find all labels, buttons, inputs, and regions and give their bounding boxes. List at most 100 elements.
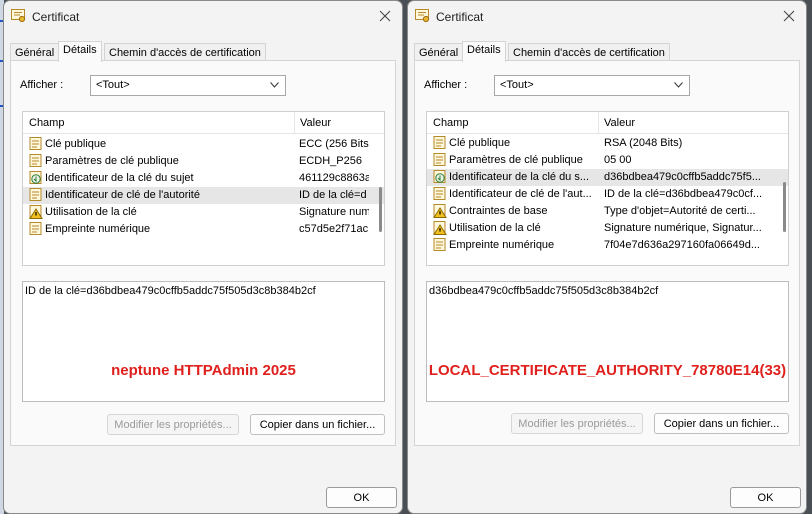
list-item[interactable]: Utilisation de la clé Signature numérique… xyxy=(427,220,788,237)
tab-strip: Général Détails Chemin d'accès de certif… xyxy=(10,41,396,62)
show-dropdown-value: <Tout> xyxy=(96,79,130,91)
list-item[interactable]: Clé publique ECC (256 Bits) xyxy=(23,136,384,153)
field-value: 05 00 xyxy=(604,154,632,166)
cert-warning-icon xyxy=(433,204,447,218)
column-header-field[interactable]: Champ xyxy=(29,117,64,129)
tab-details[interactable]: Détails xyxy=(58,41,102,62)
tab-general[interactable]: Général xyxy=(414,43,464,61)
list-item[interactable]: Paramètres de clé publique 05 00 xyxy=(427,152,788,169)
field-value: d36bdbea479c0cffb5addc75f5... xyxy=(604,171,761,183)
list-item[interactable]: Contraintes de base Type d'objet=Autorité… xyxy=(427,203,788,220)
fields-list[interactable]: Champ Valeur Clé publique RSA (2048 Bits)… xyxy=(426,111,789,266)
field-name: Clé publique xyxy=(449,137,511,149)
list-item[interactable]: Paramètres de clé publique ECDH_P256 xyxy=(23,153,384,170)
field-value: ECDH_P256 xyxy=(299,155,362,167)
field-name: Identificateur de la clé du s... xyxy=(449,171,590,183)
show-dropdown[interactable]: <Tout> xyxy=(494,75,690,96)
field-name: Utilisation de la clé xyxy=(449,222,541,234)
certificate-icon xyxy=(415,9,430,23)
field-name: Paramètres de clé publique xyxy=(45,155,179,167)
cert-doc-icon xyxy=(29,188,42,201)
chevron-down-icon xyxy=(674,82,683,88)
field-name: Utilisation de la clé xyxy=(45,206,137,218)
field-value: Signature num xyxy=(299,206,369,218)
tab-strip: Général Détails Chemin d'accès de certif… xyxy=(414,41,800,62)
field-name: Contraintes de base xyxy=(449,205,548,217)
window-title: Certificat xyxy=(436,10,484,24)
copy-to-file-button[interactable]: Copier dans un fichier... xyxy=(250,414,385,435)
show-dropdown[interactable]: <Tout> xyxy=(90,75,286,96)
show-label: Afficher : xyxy=(20,79,64,91)
cert-doc-icon xyxy=(29,222,42,235)
tab-certification-path[interactable]: Chemin d'accès de certification xyxy=(508,43,670,61)
field-detail-box[interactable]: ID de la clé=d36bdbea479c0cffb5addc75f50… xyxy=(22,281,385,402)
field-value: Signature numérique, Signatur... xyxy=(604,222,762,234)
certificate-dialog-left: Certificat Général Détails Chemin d'accè… xyxy=(3,0,403,514)
cert-doc-icon xyxy=(433,238,446,251)
close-icon[interactable] xyxy=(782,9,796,23)
tab-general[interactable]: Général xyxy=(10,43,60,61)
column-header-value[interactable]: Valeur xyxy=(300,117,331,129)
field-value: Type d'objet=Autorité de certi... xyxy=(604,205,756,217)
certificate-dialog-right: Certificat Général Détails Chemin d'accè… xyxy=(407,0,807,514)
field-name: Identificateur de clé de l'autorité xyxy=(45,189,200,201)
field-name: Empreinte numérique xyxy=(449,239,555,251)
annotation-label: LOCAL_CERTIFICATE_AUTHORITY_78780E14(33) xyxy=(428,362,787,379)
title-bar: Certificat xyxy=(4,1,402,33)
annotation-label: neptune HTTPAdmin 2025 xyxy=(111,362,296,379)
list-item[interactable]: Identificateur de la clé du s... d36bdbea… xyxy=(427,169,788,186)
tab-certification-path[interactable]: Chemin d'accès de certification xyxy=(104,43,266,61)
list-item[interactable]: Identificateur de clé de l'autorité ID de… xyxy=(23,187,384,204)
list-header: Champ Valeur xyxy=(23,112,384,134)
ok-button[interactable]: OK xyxy=(326,487,397,508)
vertical-scrollbar[interactable] xyxy=(379,187,382,232)
field-name: Identificateur de la clé du sujet xyxy=(45,172,194,184)
column-divider[interactable] xyxy=(294,112,295,134)
field-value: ID de la clé=d xyxy=(299,189,367,201)
list-item[interactable]: Utilisation de la clé Signature num xyxy=(23,204,384,221)
vertical-scrollbar[interactable] xyxy=(783,182,786,232)
field-value: c57d5e2f71ac xyxy=(299,223,369,235)
field-value: ECC (256 Bits) xyxy=(299,138,369,150)
ok-button[interactable]: OK xyxy=(730,487,801,508)
chevron-down-icon xyxy=(270,82,279,88)
cert-doc-icon xyxy=(29,137,42,150)
field-name: Identificateur de clé de l'aut... xyxy=(449,188,592,200)
cert-doc-icon xyxy=(433,153,446,166)
list-item[interactable]: Empreinte numérique 7f04e7d636a297160fa06… xyxy=(427,237,788,254)
list-item[interactable]: Identificateur de clé de l'aut... ID de l… xyxy=(427,186,788,203)
column-header-value[interactable]: Valeur xyxy=(604,117,635,129)
list-item[interactable]: Empreinte numérique c57d5e2f71ac xyxy=(23,221,384,238)
field-value: ID de la clé=d36bdbea479c0cf... xyxy=(604,188,763,200)
field-value: 7f04e7d636a297160fa06649d... xyxy=(604,239,760,251)
cert-ext-icon xyxy=(29,171,42,184)
column-divider[interactable] xyxy=(598,112,599,134)
tab-details[interactable]: Détails xyxy=(462,41,506,62)
show-dropdown-value: <Tout> xyxy=(500,79,534,91)
cert-ext-icon xyxy=(433,170,446,183)
column-header-field[interactable]: Champ xyxy=(433,117,468,129)
field-value: RSA (2048 Bits) xyxy=(604,137,683,149)
list-item[interactable]: Clé publique RSA (2048 Bits) xyxy=(427,135,788,152)
fields-list[interactable]: Champ Valeur Clé publique ECC (256 Bits) P… xyxy=(22,111,385,266)
edit-properties-button[interactable]: Modifier les propriétés... xyxy=(107,414,239,435)
field-name: Clé publique xyxy=(45,138,107,150)
copy-to-file-button[interactable]: Copier dans un fichier... xyxy=(654,413,789,434)
field-name: Paramètres de clé publique xyxy=(449,154,583,166)
field-value: 461129c8863a xyxy=(299,172,369,184)
field-detail-box[interactable]: d36bdbea479c0cffb5addc75f505d3c8b384b2cf… xyxy=(426,281,789,402)
field-name: Empreinte numérique xyxy=(45,223,151,235)
certificate-icon xyxy=(11,9,26,23)
cert-doc-icon xyxy=(433,187,446,200)
title-bar: Certificat xyxy=(408,1,806,33)
list-header: Champ Valeur xyxy=(427,112,788,134)
window-title: Certificat xyxy=(32,10,80,24)
field-detail-text: d36bdbea479c0cffb5addc75f505d3c8b384b2cf xyxy=(429,285,659,297)
list-item[interactable]: Identificateur de la clé du sujet 461129c… xyxy=(23,170,384,187)
field-detail-text: ID de la clé=d36bdbea479c0cffb5addc75f50… xyxy=(25,285,316,297)
edit-properties-button[interactable]: Modifier les propriétés... xyxy=(511,413,643,434)
close-icon[interactable] xyxy=(378,9,392,23)
cert-doc-icon xyxy=(433,136,446,149)
cert-warning-icon xyxy=(29,205,43,219)
cert-doc-icon xyxy=(29,154,42,167)
